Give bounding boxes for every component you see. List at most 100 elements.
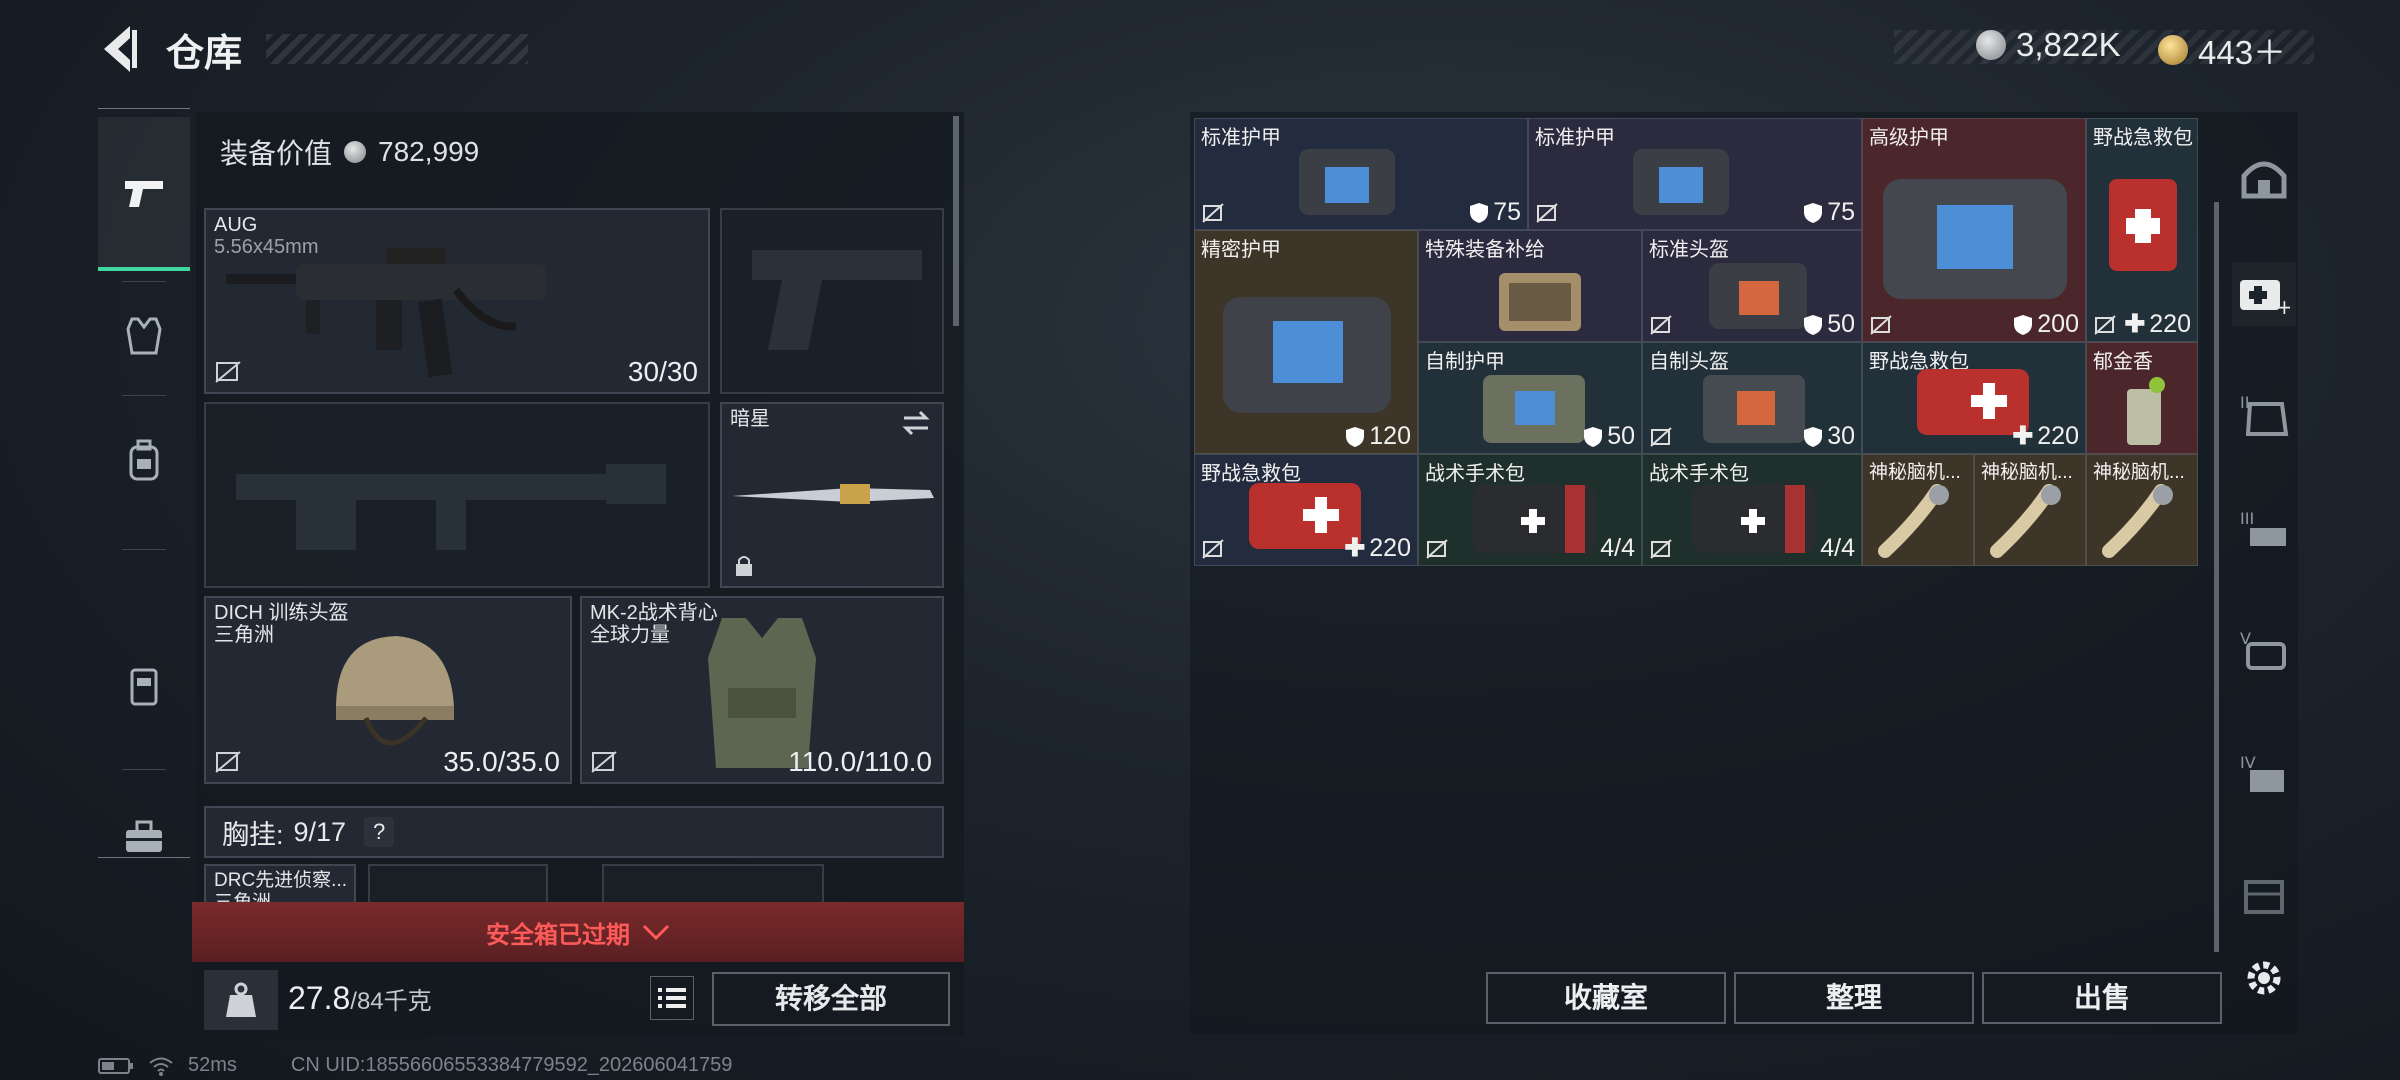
- item-value: 220: [1369, 533, 1411, 562]
- collection-room-button[interactable]: 收藏室: [1486, 972, 1726, 1024]
- chest-rig-label: 胸挂:: [222, 819, 284, 850]
- primary-weapon-slot[interactable]: AUG 5.56x45mm 30/30: [204, 208, 710, 394]
- grid-item[interactable]: 自制护甲 50: [1418, 342, 1642, 454]
- grid-item[interactable]: 自制头盔 30: [1642, 342, 1862, 454]
- armor-bag-icon: [1299, 149, 1395, 215]
- grid-item[interactable]: 特殊装备补给: [1418, 230, 1642, 342]
- item-name: 高级护甲: [1869, 127, 1949, 149]
- silver-coin-icon: [344, 141, 367, 163]
- sort-button[interactable]: 整理: [1734, 972, 1974, 1024]
- grid-item[interactable]: 战术手术包 4/4: [1642, 454, 1862, 566]
- transfer-all-button[interactable]: 转移全部: [712, 972, 950, 1026]
- category-nav: [98, 108, 190, 858]
- tier-3-icon: III: [2240, 509, 2286, 546]
- no-insure-icon: [215, 751, 241, 773]
- item-value: 220: [2149, 309, 2191, 338]
- melee-slot[interactable]: 暗星: [720, 402, 944, 588]
- category-tier-5[interactable]: V: [2232, 618, 2296, 682]
- sell-button[interactable]: 出售: [1982, 972, 2222, 1024]
- grid-item[interactable]: 高级护甲 200: [1862, 118, 2086, 342]
- gold-amount: 443＋: [2198, 34, 2287, 71]
- gold-currency[interactable]: 443＋: [2158, 26, 2286, 74]
- nav-armor[interactable]: [98, 287, 190, 383]
- grid-item[interactable]: 野战急救包 ✚ 220: [1194, 454, 1418, 566]
- weight-current: 27.8: [288, 980, 351, 1016]
- storage-panel: 标准护甲 75 标准护甲 75 高级护甲 200 野战急救包 ✚ 220 精密护甲: [1190, 112, 2298, 1034]
- item-name: 特殊装备补给: [1425, 239, 1545, 261]
- svg-text:+: +: [2276, 295, 2290, 316]
- list-view-button[interactable]: [650, 976, 694, 1020]
- rifle-silhouette-icon: [236, 464, 666, 550]
- tier-2-icon: II: [2240, 393, 2289, 436]
- shield-icon: [1584, 426, 1603, 447]
- grid-item[interactable]: 神秘脑机...: [2086, 454, 2198, 566]
- wifi-icon: [149, 1057, 173, 1076]
- supply-case-icon: [1499, 273, 1581, 331]
- item-name: 神秘脑机...: [2093, 462, 2185, 483]
- no-insure-icon: [215, 361, 241, 383]
- helmet-durability: 35.0/35.0: [443, 746, 560, 777]
- help-button[interactable]: ?: [364, 817, 395, 847]
- grid-item[interactable]: 野战急救包 ✚ 220: [2086, 118, 2198, 342]
- item-value: 50: [1827, 310, 1855, 338]
- grid-item[interactable]: 标准护甲 75: [1528, 118, 1862, 230]
- helmet-bag-icon: [1703, 375, 1805, 443]
- gold-coin-icon: [2158, 35, 2188, 65]
- swap-icon[interactable]: [900, 410, 932, 436]
- grid-item[interactable]: 战术手术包 4/4: [1418, 454, 1642, 566]
- battery-icon: [98, 1057, 133, 1074]
- armor-name: MK-2战术背心: [590, 602, 718, 624]
- grid-item[interactable]: 郁金香: [2086, 342, 2198, 454]
- dome-icon: [2241, 161, 2287, 199]
- gear-icon: [2247, 961, 2281, 995]
- item-value: 4/4: [1600, 534, 1635, 562]
- storage-grid: 标准护甲 75 标准护甲 75 高级护甲 200 野战急救包 ✚ 220 精密护甲: [1190, 118, 2206, 570]
- grid-item[interactable]: 野战急救包 ✚ 220: [1862, 342, 2086, 454]
- armor-bag-icon: [1883, 179, 2067, 299]
- shield-icon: [1804, 202, 1823, 223]
- category-misc[interactable]: [2232, 862, 2296, 926]
- silver-currency: 3,822K: [1976, 26, 2121, 64]
- pistol-slot[interactable]: [720, 208, 944, 394]
- armor-slot[interactable]: MK-2战术背心 全球力量 110.0/110.0: [580, 596, 944, 784]
- back-button[interactable]: [96, 22, 142, 76]
- brain-device-icon: [1878, 484, 1949, 558]
- category-medical[interactable]: +: [2232, 262, 2296, 326]
- item-name: 野战急救包: [2093, 127, 2193, 149]
- armor-bag-icon: [1483, 375, 1585, 443]
- medkit-icon: +: [2240, 280, 2290, 316]
- helmet-slot[interactable]: DICH 训练头盔 三角洲 35.0/35.0: [204, 596, 572, 784]
- chest-rig-capacity: 9/17: [293, 816, 347, 847]
- grid-item[interactable]: 标准护甲 75: [1194, 118, 1528, 230]
- safe-box-expired-bar[interactable]: 安全箱已过期: [192, 902, 964, 962]
- item-value: 75: [1827, 198, 1855, 226]
- no-insure-icon: [1650, 427, 1672, 447]
- nav-toolbox[interactable]: [98, 789, 190, 885]
- grid-item[interactable]: 精密护甲 120: [1194, 230, 1418, 454]
- category-tier-4[interactable]: IV: [2232, 742, 2296, 806]
- grid-scrollbar[interactable]: [2214, 202, 2219, 952]
- nav-weapons[interactable]: [98, 117, 190, 271]
- equipment-value-amount: 782,999: [378, 136, 480, 167]
- shield-icon: [1804, 314, 1823, 335]
- knife-icon: [732, 484, 934, 504]
- grid-item[interactable]: 标准头盔 50: [1642, 230, 1862, 342]
- surgery-kit-icon: [1473, 485, 1595, 553]
- surgery-kit-icon: [1693, 485, 1815, 553]
- pistol-icon: [125, 181, 163, 207]
- item-value: 75: [1493, 198, 1521, 226]
- category-tier-2[interactable]: II: [2232, 382, 2296, 446]
- nav-rig[interactable]: [98, 639, 190, 735]
- no-insure-icon: [2094, 315, 2116, 335]
- secondary-weapon-slot[interactable]: [204, 402, 710, 588]
- item-value: 200: [2037, 310, 2079, 338]
- grid-item[interactable]: 神秘脑机...: [1862, 454, 1974, 566]
- category-tier-3[interactable]: III: [2232, 498, 2296, 562]
- page-title: 仓库: [166, 33, 243, 75]
- chest-rig-bar[interactable]: 胸挂: 9/17 ?: [204, 806, 944, 858]
- nav-backpack[interactable]: [98, 401, 190, 519]
- grid-item[interactable]: 神秘脑机...: [1974, 454, 2086, 566]
- settings-button[interactable]: [2232, 946, 2296, 1010]
- scrollbar[interactable]: [953, 116, 959, 326]
- category-all[interactable]: [2232, 146, 2296, 210]
